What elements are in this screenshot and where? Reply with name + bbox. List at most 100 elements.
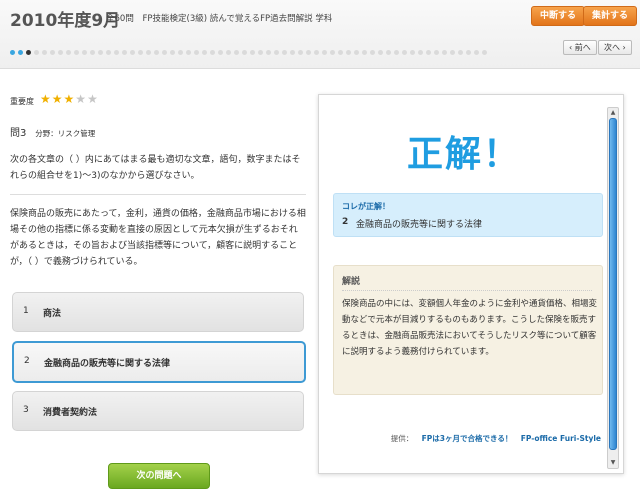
progress-dot[interactable] xyxy=(26,50,31,55)
progress-dot[interactable] xyxy=(450,50,455,55)
question-total: 全60問 xyxy=(106,14,134,24)
progress-dot[interactable] xyxy=(162,50,167,55)
credit-prefix: 提供： xyxy=(390,434,414,443)
progress-dot[interactable] xyxy=(82,50,87,55)
panel-scrollbar[interactable]: ▲ ▼ xyxy=(607,107,619,469)
progress-dot[interactable] xyxy=(234,50,239,55)
progress-dot[interactable] xyxy=(290,50,295,55)
star-icon: ★ xyxy=(87,92,99,106)
progress-dot[interactable] xyxy=(482,50,487,55)
star-icon: ★ xyxy=(51,92,64,106)
progress-dot[interactable] xyxy=(330,50,335,55)
result-panel: 正解！ コレが正解！ 2 金融商品の販売等に関する法律 解説 保険商品の中には、… xyxy=(318,94,624,474)
progress-dot[interactable] xyxy=(226,50,231,55)
progress-dot[interactable] xyxy=(154,50,159,55)
progress-dot[interactable] xyxy=(34,50,39,55)
progress-dot[interactable] xyxy=(10,50,15,55)
progress-dot[interactable] xyxy=(114,50,119,55)
question-text: 保険商品の販売にあたって，金利，通貨の価格，金融商品市場における相場その他の指標… xyxy=(10,209,306,267)
scroll-up-icon[interactable]: ▲ xyxy=(608,108,618,118)
progress-dot[interactable] xyxy=(362,50,367,55)
explanation-box: 解説 保険商品の中には、変額個人年金のように金利や通貨価格、相場変動などで元本が… xyxy=(333,265,603,395)
progress-dot[interactable] xyxy=(298,50,303,55)
progress-dot[interactable] xyxy=(410,50,415,55)
choice-label: 金融商品の販売等に関する法律 xyxy=(44,359,171,369)
progress-dot[interactable] xyxy=(418,50,423,55)
exam-info: 全60問 FP技能検定(3級) 読んで覚えるFP過去問解説 学科 xyxy=(106,12,338,24)
credit-link-furistyle[interactable]: FP-office Furi-Style xyxy=(521,434,601,443)
progress-dot[interactable] xyxy=(426,50,431,55)
prev-button[interactable]: ‹ 前へ xyxy=(563,40,597,55)
progress-dot[interactable] xyxy=(74,50,79,55)
correct-answer-text: 金融商品の販売等に関する法律 xyxy=(356,220,483,230)
progress-dot[interactable] xyxy=(50,50,55,55)
progress-dot[interactable] xyxy=(282,50,287,55)
progress-dot[interactable] xyxy=(458,50,463,55)
choice-1[interactable]: 1 商法 xyxy=(12,292,304,332)
progress-dot[interactable] xyxy=(66,50,71,55)
next-question-button[interactable]: 次の問題へ xyxy=(108,463,210,489)
star-icon: ★ xyxy=(63,92,76,106)
progress-dot[interactable] xyxy=(218,50,223,55)
top-header: 2010年度9月 全60問 FP技能検定(3級) 読んで覚えるFP過去問解説 学… xyxy=(0,0,640,69)
question-progress xyxy=(10,42,490,55)
scroll-thumb[interactable] xyxy=(609,118,617,450)
progress-dot[interactable] xyxy=(138,50,143,55)
score-button[interactable]: 集計する xyxy=(583,6,638,26)
progress-dot[interactable] xyxy=(146,50,151,55)
progress-dot[interactable] xyxy=(314,50,319,55)
choice-number: 2 xyxy=(24,356,30,366)
progress-dot[interactable] xyxy=(42,50,47,55)
progress-dot[interactable] xyxy=(18,50,23,55)
book-title: FP技能検定(3級) 読んで覚えるFP過去問解説 学科 xyxy=(142,14,333,24)
progress-dot[interactable] xyxy=(98,50,103,55)
result-verdict: 正解！ xyxy=(406,134,521,175)
progress-dot[interactable] xyxy=(210,50,215,55)
progress-dot[interactable] xyxy=(258,50,263,55)
progress-dot[interactable] xyxy=(250,50,255,55)
progress-dot[interactable] xyxy=(194,50,199,55)
scroll-down-icon[interactable]: ▼ xyxy=(608,458,618,468)
progress-dot[interactable] xyxy=(274,50,279,55)
progress-dot[interactable] xyxy=(386,50,391,55)
progress-dot[interactable] xyxy=(442,50,447,55)
suspend-button[interactable]: 中断する xyxy=(531,6,586,26)
progress-dot[interactable] xyxy=(370,50,375,55)
divider xyxy=(10,194,306,195)
exam-title: 2010年度9月 xyxy=(10,11,121,31)
progress-dot[interactable] xyxy=(338,50,343,55)
credit-link-fp3months[interactable]: FPは3ヶ月で合格できる！ xyxy=(422,434,513,443)
progress-dot[interactable] xyxy=(90,50,95,55)
progress-dot[interactable] xyxy=(322,50,327,55)
progress-dot[interactable] xyxy=(474,50,479,55)
progress-dot[interactable] xyxy=(346,50,351,55)
progress-dot[interactable] xyxy=(394,50,399,55)
explanation-label: 解説 xyxy=(342,277,361,287)
progress-dot[interactable] xyxy=(466,50,471,55)
choice-2[interactable]: 2 金融商品の販売等に関する法律 xyxy=(12,341,306,383)
progress-dot[interactable] xyxy=(354,50,359,55)
correct-answer-box: コレが正解！ 2 金融商品の販売等に関する法律 xyxy=(333,193,603,237)
star-icon: ★ xyxy=(75,92,88,106)
progress-dot[interactable] xyxy=(130,50,135,55)
star-icon: ★ xyxy=(40,92,52,106)
progress-dot[interactable] xyxy=(106,50,111,55)
progress-dot[interactable] xyxy=(402,50,407,55)
progress-dot[interactable] xyxy=(186,50,191,55)
correct-answer-number: 2 xyxy=(342,217,349,227)
next-button[interactable]: 次へ › xyxy=(598,40,632,55)
progress-dot[interactable] xyxy=(434,50,439,55)
progress-dot[interactable] xyxy=(58,50,63,55)
progress-dot[interactable] xyxy=(266,50,271,55)
choice-3[interactable]: 3 消費者契約法 xyxy=(12,391,304,431)
progress-dot[interactable] xyxy=(242,50,247,55)
question-category: 分野：リスク管理 xyxy=(35,129,96,138)
progress-dot[interactable] xyxy=(178,50,183,55)
importance-stars: ★★★★★ xyxy=(40,92,99,106)
progress-dot[interactable] xyxy=(170,50,175,55)
progress-dot[interactable] xyxy=(122,50,127,55)
progress-dot[interactable] xyxy=(202,50,207,55)
difficulty-label: 重要度 xyxy=(10,97,34,106)
progress-dot[interactable] xyxy=(306,50,311,55)
progress-dot[interactable] xyxy=(378,50,383,55)
